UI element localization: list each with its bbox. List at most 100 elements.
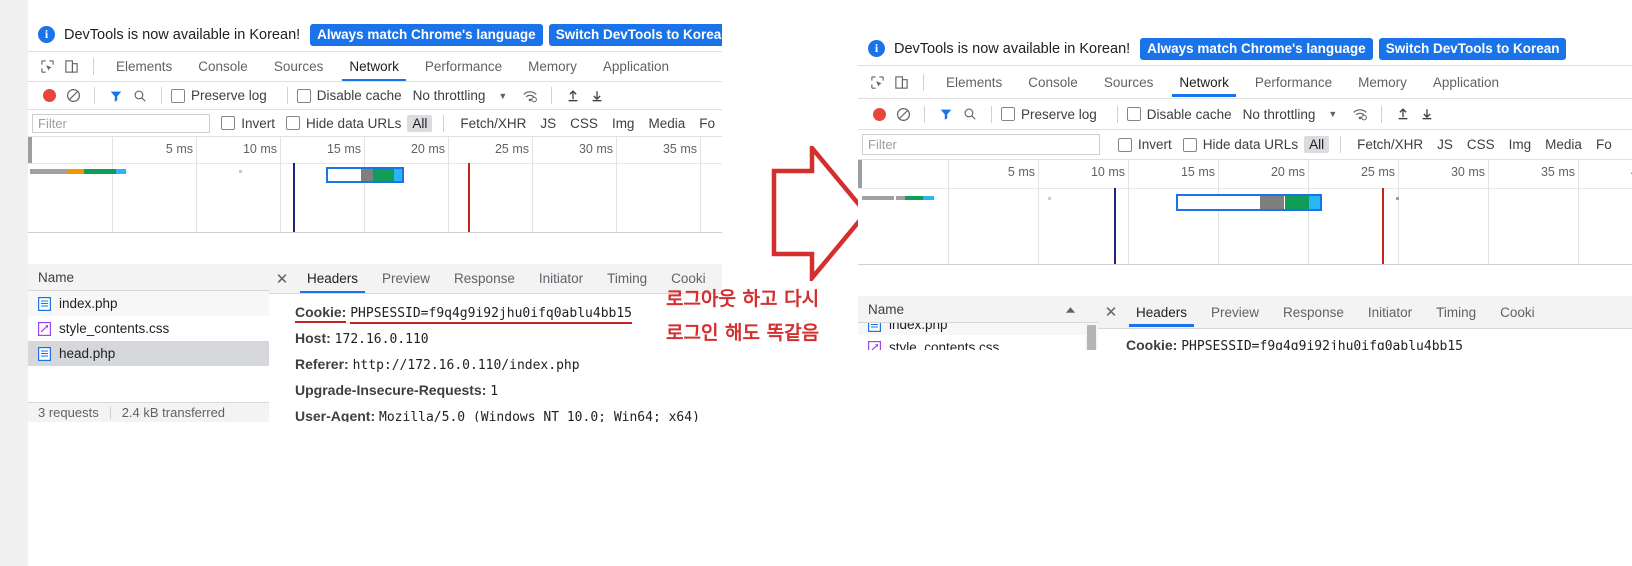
detail-tab-headers[interactable]: Headers bbox=[1124, 298, 1199, 327]
tab-console[interactable]: Console bbox=[1015, 68, 1091, 97]
transferred-size: 2.4 kB transferred bbox=[121, 405, 226, 420]
filter-type-font[interactable]: Fo bbox=[694, 115, 720, 132]
request-detail-pane: ✕ Headers Preview Response Initiator Tim… bbox=[1098, 296, 1632, 350]
filter-type-fetchxhr[interactable]: Fetch/XHR bbox=[455, 115, 531, 132]
network-conditions-icon[interactable] bbox=[1348, 102, 1372, 126]
close-icon[interactable]: ✕ bbox=[1098, 303, 1124, 321]
tab-sources[interactable]: Sources bbox=[261, 52, 337, 81]
search-icon[interactable] bbox=[958, 102, 982, 126]
network-overview[interactable]: 5 ms 10 ms 15 ms 20 ms 25 ms 30 ms 35 ms… bbox=[28, 137, 722, 233]
tab-application[interactable]: Application bbox=[1420, 68, 1512, 97]
invert-checkbox[interactable] bbox=[1118, 137, 1132, 152]
detail-tab-preview[interactable]: Preview bbox=[370, 264, 442, 293]
throttling-select[interactable]: No throttling bbox=[1243, 107, 1316, 122]
disable-cache-checkbox[interactable] bbox=[296, 88, 311, 103]
tab-elements[interactable]: Elements bbox=[933, 68, 1015, 97]
annotation-line-1: 로그아웃 하고 다시 bbox=[666, 288, 820, 310]
detail-tab-headers[interactable]: Headers bbox=[295, 264, 370, 293]
tab-sources[interactable]: Sources bbox=[1091, 68, 1167, 97]
filter-type-img[interactable]: Img bbox=[1504, 136, 1537, 153]
tab-memory[interactable]: Memory bbox=[1345, 68, 1420, 97]
device-toolbar-icon[interactable] bbox=[60, 56, 82, 78]
chevron-down-icon[interactable]: ▼ bbox=[498, 91, 507, 101]
search-icon[interactable] bbox=[128, 84, 152, 108]
column-header-name[interactable]: Name bbox=[28, 264, 269, 291]
tab-console[interactable]: Console bbox=[185, 52, 261, 81]
filter-type-css[interactable]: CSS bbox=[565, 115, 603, 132]
inspect-element-icon[interactable] bbox=[866, 71, 888, 93]
column-header-name[interactable]: Name bbox=[858, 296, 1098, 323]
always-match-language-button[interactable]: Always match Chrome's language bbox=[1140, 37, 1373, 60]
filter-bar: Filter Invert Hide data URLs All Fetch/X… bbox=[28, 110, 722, 137]
filter-type-all[interactable]: All bbox=[1304, 136, 1330, 153]
ctrl-divider-1 bbox=[94, 87, 95, 104]
switch-to-korean-button[interactable]: Switch DevTools to Korean bbox=[1378, 37, 1567, 60]
network-overview[interactable]: 5 ms 10 ms 15 ms 20 ms 25 ms 30 ms 35 ms… bbox=[858, 160, 1632, 265]
detail-tab-strip: ✕ Headers Preview Response Initiator Tim… bbox=[1098, 296, 1632, 329]
hide-data-urls-checkbox[interactable] bbox=[286, 116, 301, 130]
table-row[interactable]: style_contents.css bbox=[28, 316, 269, 341]
tab-memory[interactable]: Memory bbox=[515, 52, 590, 81]
filter-icon[interactable] bbox=[104, 84, 128, 108]
filter-type-css[interactable]: CSS bbox=[1462, 136, 1500, 153]
tab-application[interactable]: Application bbox=[590, 52, 682, 81]
tab-elements[interactable]: Elements bbox=[103, 52, 185, 81]
filter-type-media[interactable]: Media bbox=[1540, 136, 1587, 153]
disable-cache-checkbox[interactable] bbox=[1126, 107, 1141, 121]
detail-tab-cookies[interactable]: Cooki bbox=[1488, 298, 1547, 327]
detail-tab-initiator[interactable]: Initiator bbox=[527, 264, 595, 293]
table-row[interactable]: head.php bbox=[28, 341, 269, 366]
invert-checkbox[interactable] bbox=[221, 116, 236, 130]
export-har-icon[interactable] bbox=[1415, 102, 1439, 126]
filter-type-all[interactable]: All bbox=[407, 114, 433, 132]
selected-request-bar[interactable] bbox=[1176, 194, 1322, 211]
always-match-language-button[interactable]: Always match Chrome's language bbox=[310, 23, 543, 46]
detail-tab-preview[interactable]: Preview bbox=[1199, 298, 1271, 327]
request-list[interactable]: Name index.php style_contents.css head.p… bbox=[858, 296, 1099, 350]
selected-request-bar[interactable] bbox=[326, 167, 404, 183]
filter-input[interactable]: Filter bbox=[862, 134, 1100, 155]
filter-type-js[interactable]: JS bbox=[535, 115, 561, 132]
filter-type-media[interactable]: Media bbox=[643, 115, 690, 132]
tab-network[interactable]: Network bbox=[336, 52, 412, 81]
filter-input[interactable]: Filter bbox=[32, 113, 210, 133]
clear-icon[interactable] bbox=[61, 84, 85, 108]
table-row[interactable]: style_contents.css bbox=[858, 335, 1098, 350]
table-row[interactable]: index.php bbox=[858, 323, 1098, 335]
tab-performance[interactable]: Performance bbox=[1242, 68, 1345, 97]
inspect-element-icon[interactable] bbox=[36, 56, 58, 78]
record-icon[interactable] bbox=[867, 102, 891, 126]
clear-icon[interactable] bbox=[891, 102, 915, 126]
filter-type-js[interactable]: JS bbox=[1432, 136, 1458, 153]
request-list[interactable]: Name index.php style_contents.css head.p… bbox=[28, 264, 270, 422]
filter-icon[interactable] bbox=[934, 102, 958, 126]
filter-type-fetchxhr[interactable]: Fetch/XHR bbox=[1352, 136, 1428, 153]
tab-performance[interactable]: Performance bbox=[412, 52, 515, 81]
export-har-icon[interactable] bbox=[585, 84, 609, 108]
detail-tab-response[interactable]: Response bbox=[442, 264, 527, 293]
detail-tab-timing[interactable]: Timing bbox=[595, 264, 659, 293]
import-har-icon[interactable] bbox=[1391, 102, 1415, 126]
request-list-scrollbar[interactable] bbox=[1085, 323, 1098, 350]
ctrl-divider-3 bbox=[286, 87, 288, 104]
detail-tab-timing[interactable]: Timing bbox=[1424, 298, 1488, 327]
chevron-down-icon[interactable]: ▼ bbox=[1328, 109, 1337, 119]
filter-type-font[interactable]: Fo bbox=[1591, 136, 1617, 153]
filter-type-img[interactable]: Img bbox=[607, 115, 640, 132]
close-icon[interactable]: ✕ bbox=[269, 270, 295, 288]
record-icon[interactable] bbox=[37, 84, 61, 108]
preserve-log-checkbox[interactable] bbox=[171, 88, 185, 103]
detail-tab-response[interactable]: Response bbox=[1271, 298, 1356, 327]
switch-to-korean-button[interactable]: Switch DevTools to Korean bbox=[548, 23, 722, 46]
table-row[interactable]: index.php bbox=[28, 291, 269, 316]
devtools-tab-strip: Elements Console Sources Network Perform… bbox=[28, 52, 722, 82]
device-toolbar-icon[interactable] bbox=[890, 71, 912, 93]
import-har-icon[interactable] bbox=[561, 84, 585, 108]
network-conditions-icon[interactable] bbox=[518, 84, 542, 108]
scroll-up-arrow-icon[interactable] bbox=[1065, 302, 1076, 317]
tab-network[interactable]: Network bbox=[1166, 68, 1242, 97]
throttling-select[interactable]: No throttling bbox=[413, 88, 486, 103]
preserve-log-checkbox[interactable] bbox=[1001, 107, 1015, 121]
hide-data-urls-checkbox[interactable] bbox=[1182, 137, 1197, 152]
detail-tab-initiator[interactable]: Initiator bbox=[1356, 298, 1424, 327]
